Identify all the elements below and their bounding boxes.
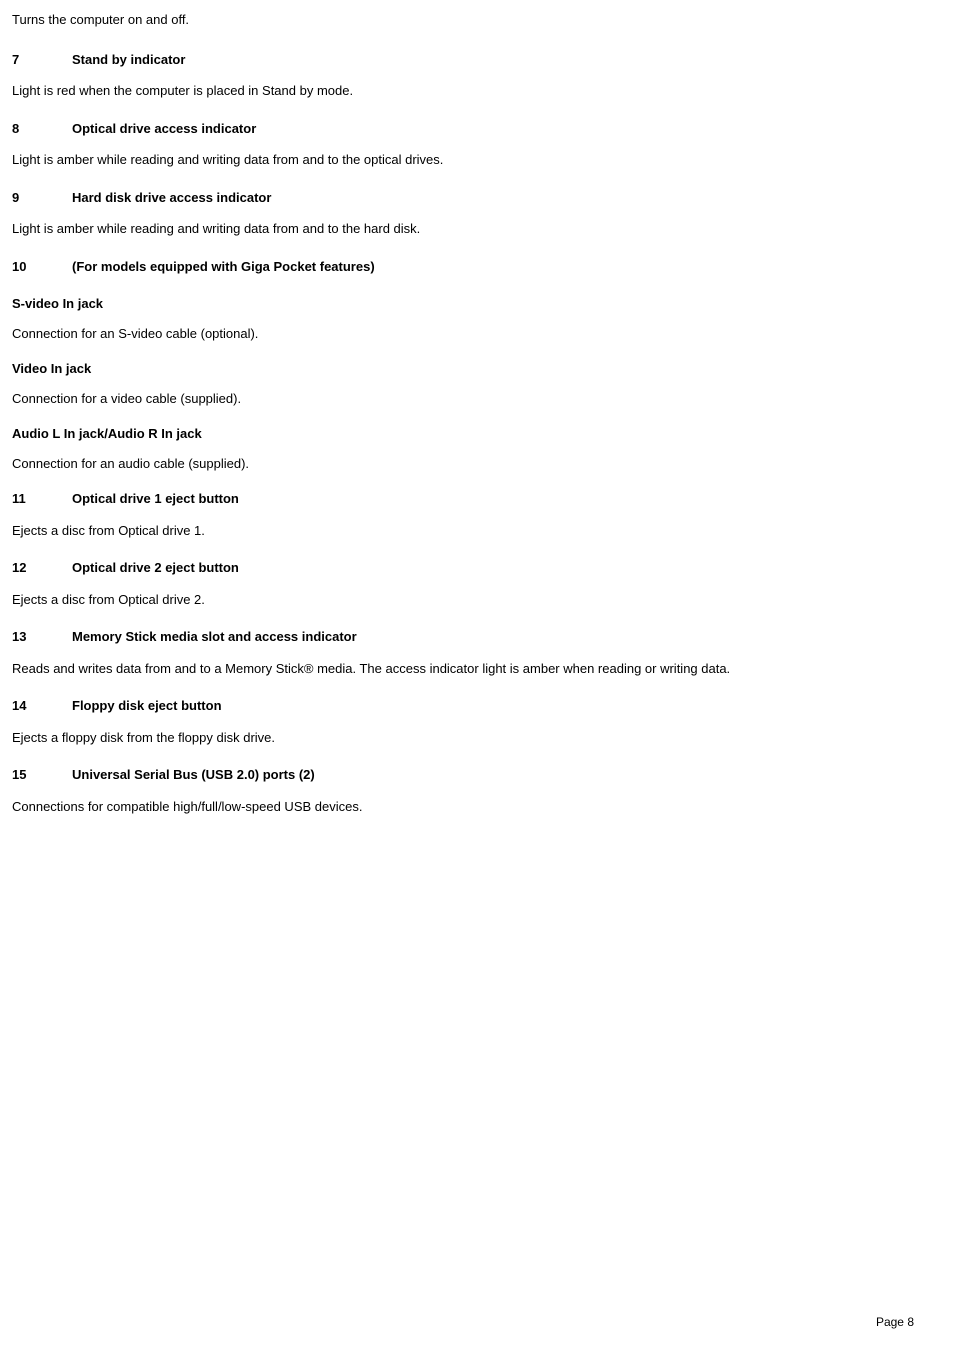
section-14-body: Ejects a floppy disk from the floppy dis…: [12, 728, 914, 748]
section-7: 7 Stand by indicator Light is red when t…: [12, 50, 914, 101]
page-footer: Page 8: [876, 1313, 914, 1331]
subsection-audio: Audio L In jack/Audio R In jack Connecti…: [12, 424, 914, 473]
section-14-header: 14 Floppy disk eject button: [12, 696, 914, 716]
section-7-header: 7 Stand by indicator: [12, 50, 914, 70]
subsection-video: Video In jack Connection for a video cab…: [12, 359, 914, 408]
subsection-svideo-title: S-video In jack: [12, 294, 914, 314]
section-8-title: Optical drive access indicator: [72, 119, 256, 139]
section-14-number: 14: [12, 696, 72, 716]
section-13-header: 13 Memory Stick media slot and access in…: [12, 627, 914, 647]
section-12-number: 12: [12, 558, 72, 578]
section-7-number: 7: [12, 50, 72, 70]
subsection-svideo-body: Connection for an S-video cable (optiona…: [12, 324, 914, 344]
section-10-number: 10: [12, 257, 72, 277]
section-10: 10 (For models equipped with Giga Pocket…: [12, 257, 914, 277]
section-8-header: 8 Optical drive access indicator: [12, 119, 914, 139]
section-10-header: 10 (For models equipped with Giga Pocket…: [12, 257, 914, 277]
section-15: 15 Universal Serial Bus (USB 2.0) ports …: [12, 765, 914, 816]
subsection-video-body: Connection for a video cable (supplied).: [12, 389, 914, 409]
section-15-header: 15 Universal Serial Bus (USB 2.0) ports …: [12, 765, 914, 785]
section-8-number: 8: [12, 119, 72, 139]
section-7-title: Stand by indicator: [72, 50, 185, 70]
section-8-body: Light is amber while reading and writing…: [12, 150, 914, 170]
section-10-title: (For models equipped with Giga Pocket fe…: [72, 257, 375, 277]
section-12-body: Ejects a disc from Optical drive 2.: [12, 590, 914, 610]
section-13: 13 Memory Stick media slot and access in…: [12, 627, 914, 678]
section-15-number: 15: [12, 765, 72, 785]
section-12-title: Optical drive 2 eject button: [72, 558, 239, 578]
section-9-header: 9 Hard disk drive access indicator: [12, 188, 914, 208]
section-15-body: Connections for compatible high/full/low…: [12, 797, 914, 817]
section-12-header: 12 Optical drive 2 eject button: [12, 558, 914, 578]
section-13-body: Reads and writes data from and to a Memo…: [12, 659, 914, 679]
section-12: 12 Optical drive 2 eject button Ejects a…: [12, 558, 914, 609]
page-number: Page 8: [876, 1315, 914, 1329]
section-11-number: 11: [12, 489, 72, 509]
section-11: 11 Optical drive 1 eject button Ejects a…: [12, 489, 914, 540]
section-11-body: Ejects a disc from Optical drive 1.: [12, 521, 914, 541]
section-14: 14 Floppy disk eject button Ejects a flo…: [12, 696, 914, 747]
subsection-svideo: S-video In jack Connection for an S-vide…: [12, 294, 914, 343]
intro-text: Turns the computer on and off.: [12, 10, 914, 30]
section-7-body: Light is red when the computer is placed…: [12, 81, 914, 101]
section-9-title: Hard disk drive access indicator: [72, 188, 271, 208]
section-13-number: 13: [12, 627, 72, 647]
subsection-audio-title: Audio L In jack/Audio R In jack: [12, 424, 914, 444]
section-9-body: Light is amber while reading and writing…: [12, 219, 914, 239]
section-9-number: 9: [12, 188, 72, 208]
subsection-video-title: Video In jack: [12, 359, 914, 379]
section-11-header: 11 Optical drive 1 eject button: [12, 489, 914, 509]
section-15-title: Universal Serial Bus (USB 2.0) ports (2): [72, 765, 315, 785]
section-14-title: Floppy disk eject button: [72, 696, 222, 716]
section-11-title: Optical drive 1 eject button: [72, 489, 239, 509]
subsection-audio-body: Connection for an audio cable (supplied)…: [12, 454, 914, 474]
section-8: 8 Optical drive access indicator Light i…: [12, 119, 914, 170]
section-9: 9 Hard disk drive access indicator Light…: [12, 188, 914, 239]
section-13-title: Memory Stick media slot and access indic…: [72, 627, 357, 647]
